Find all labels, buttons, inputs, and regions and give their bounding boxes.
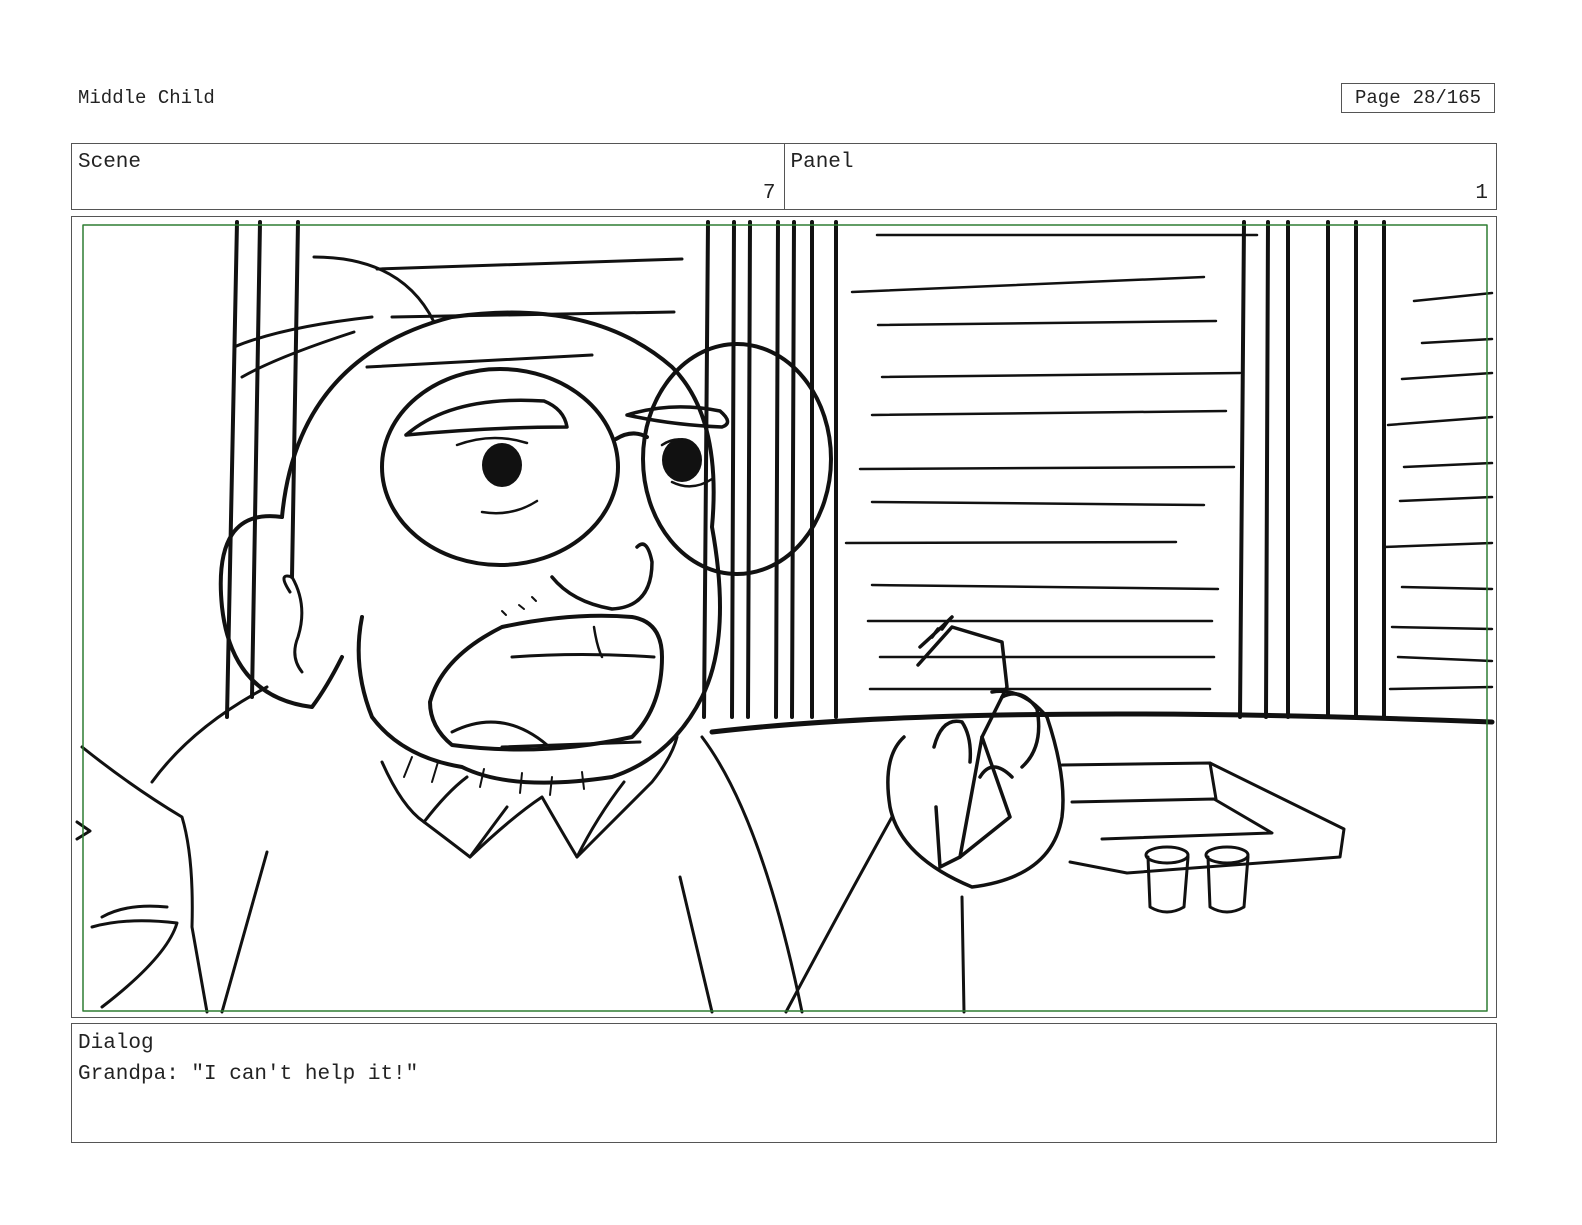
window-frame-left — [225, 220, 300, 719]
safe-area-guide — [82, 224, 1488, 1012]
blinds-right — [1382, 291, 1494, 691]
scene-panel-header: Scene 7 Panel 1 — [71, 143, 1497, 210]
panel-label: Panel — [790, 151, 854, 174]
scene-label: Scene — [78, 151, 142, 174]
mouth — [428, 613, 664, 752]
storyboard-sketch — [75, 220, 1495, 1014]
scene-cell: Scene 7 — [72, 144, 784, 209]
blinds-center — [844, 233, 1259, 691]
scene-number: 7 — [762, 182, 776, 205]
shot-glasses — [1144, 845, 1250, 914]
panel-number: 1 — [1475, 182, 1488, 205]
table-edge — [709, 711, 1495, 735]
glasses — [380, 342, 833, 576]
dialog-text: Grandpa: "I can't help it!" — [78, 1063, 419, 1086]
page-label: Page — [1354, 87, 1401, 109]
nose — [550, 542, 654, 611]
dialog-label: Dialog — [78, 1032, 154, 1055]
page-indicator: Page 28/165 — [1341, 83, 1495, 113]
tray — [1060, 761, 1346, 875]
panel-cell: Panel 1 — [783, 144, 1497, 209]
grandpa-body — [75, 685, 966, 1014]
page-number: 28/165 — [1412, 87, 1482, 109]
document-title: Middle Child — [78, 87, 215, 109]
storyboard-frame — [71, 216, 1497, 1018]
dialog-box: Dialog Grandpa: "I can't help it!" — [71, 1023, 1497, 1143]
left-pupil — [482, 443, 522, 487]
window-frame-right — [1238, 220, 1386, 719]
collar — [380, 735, 679, 859]
right-pupil — [662, 438, 702, 482]
window-frame-center — [702, 220, 838, 719]
